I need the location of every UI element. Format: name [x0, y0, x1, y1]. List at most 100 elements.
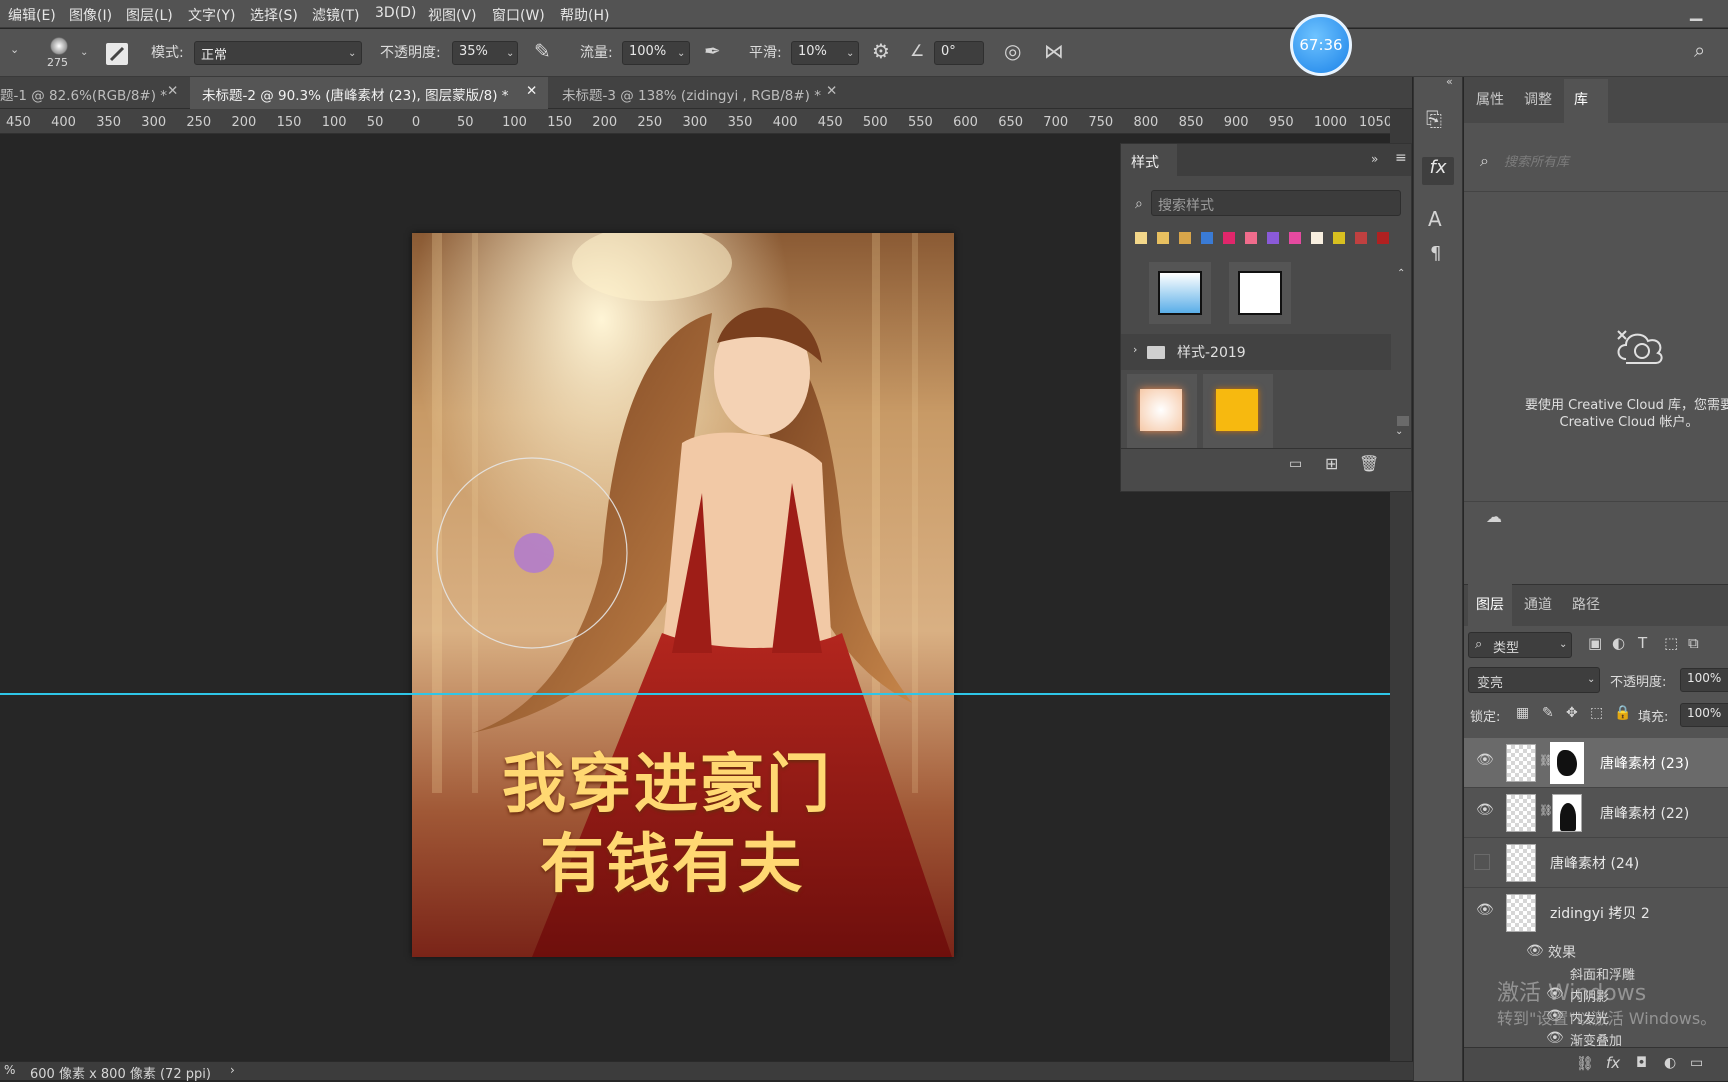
new-group-folder-icon[interactable]: ▭ [1690, 1055, 1703, 1071]
layer-mask-thumbnail[interactable] [1552, 794, 1582, 832]
eye-icon[interactable]: 👁 [1546, 1030, 1564, 1046]
style-swatch[interactable] [1377, 232, 1389, 244]
layer-row-24[interactable]: 唐峰素材 (24) [1464, 838, 1728, 888]
style-swatch[interactable] [1245, 232, 1257, 244]
brush-preview-icon[interactable] [50, 37, 68, 55]
filter-adjustment-icon[interactable]: ◐ [1612, 634, 1625, 652]
layer-filter-select[interactable]: ⌕ 类型 ⌄ [1468, 632, 1572, 658]
history-icon[interactable]: ⎘ [1426, 107, 1442, 131]
layer-row-22[interactable]: 👁 ⛓ 唐峰素材 (22) [1464, 788, 1728, 838]
fx-icon[interactable]: fx [1606, 1054, 1620, 1072]
tab-styles[interactable]: 样式 [1121, 144, 1177, 176]
filter-pixel-icon[interactable]: ▣ [1588, 634, 1602, 652]
style-thumb-gold[interactable] [1203, 374, 1273, 448]
layer-opacity-field[interactable]: 100% [1680, 668, 1728, 692]
style-swatch[interactable] [1355, 232, 1367, 244]
styles-search-input[interactable]: 搜索样式 [1151, 190, 1401, 216]
style-swatch[interactable] [1311, 232, 1323, 244]
fill-field[interactable]: 100% [1680, 703, 1728, 727]
filter-shape-icon[interactable]: ⬚ [1664, 634, 1678, 652]
gear-icon[interactable]: ⚙ [872, 39, 890, 63]
tab-adjustments[interactable]: 调整 [1524, 89, 1552, 109]
chevron-right-icon[interactable]: › [230, 1063, 235, 1077]
visibility-toggle-empty[interactable] [1474, 854, 1490, 870]
lock-image-brush-icon[interactable]: ✎ [1542, 705, 1554, 721]
menu-edit[interactable]: 编辑(E) [8, 5, 56, 25]
style-swatch[interactable] [1267, 232, 1279, 244]
menu-filter[interactable]: 滤镜(T) [312, 5, 359, 25]
lock-position-icon[interactable]: ✥ [1566, 705, 1578, 721]
layer-row-23[interactable]: 👁 ⛓ 唐峰素材 (23) [1464, 738, 1728, 788]
cloud-sync-icon[interactable]: ☁ [1486, 507, 1502, 526]
fx-styles-icon[interactable]: fx [1422, 157, 1454, 185]
collapse-dock-icon[interactable]: « [1446, 75, 1453, 88]
panel-menu-icon[interactable]: ≡ [1395, 150, 1407, 166]
style-swatch[interactable] [1157, 232, 1169, 244]
scroll-up-icon[interactable]: ⌃ [1397, 268, 1405, 279]
style-swatch[interactable] [1333, 232, 1345, 244]
angle-field[interactable]: 0° [934, 41, 984, 65]
chevron-right-icon[interactable]: › [1133, 343, 1137, 356]
tab-untitled-3[interactable]: 未标题-3 @ 138% (zidingyi , RGB/8#) * ✕ [548, 77, 848, 109]
tab-layers[interactable]: 图层 [1468, 584, 1512, 626]
eye-icon[interactable]: 👁 [1476, 752, 1494, 768]
close-icon[interactable]: ✕ [167, 83, 178, 99]
menu-select[interactable]: 选择(S) [250, 5, 298, 25]
pressure-opacity-icon[interactable]: ✎ [534, 39, 551, 63]
tab-untitled-2[interactable]: 未标题-2 @ 90.3% (唐峰素材 (23), 图层蒙版/8) * ✕ [190, 77, 548, 109]
style-swatch[interactable] [1135, 232, 1147, 244]
brush-settings-icon[interactable] [106, 43, 128, 65]
flow-chevron-icon[interactable]: ⌄ [677, 48, 685, 59]
styles-folder-row[interactable]: › 样式-2019 [1121, 334, 1391, 370]
mode-select[interactable]: 正常 [194, 41, 362, 65]
trash-icon[interactable]: 🗑 [1359, 454, 1379, 473]
tool-preset-chevron-icon[interactable]: ⌄ [10, 43, 19, 56]
link-layers-icon[interactable]: ⛓ [1576, 1056, 1594, 1072]
menu-help[interactable]: 帮助(H) [560, 5, 609, 25]
style-swatch[interactable] [1223, 232, 1235, 244]
document-artwork[interactable]: 我穿进豪门 有钱有夫 [412, 233, 954, 957]
menu-image[interactable]: 图像(I) [69, 5, 112, 25]
lock-transparency-icon[interactable]: ▦ [1516, 705, 1529, 721]
style-thumb-soft-glow[interactable] [1127, 374, 1197, 448]
eye-icon[interactable]: 👁 [1476, 902, 1494, 918]
minimize-icon[interactable]: ▁ [1690, 2, 1702, 21]
layer-mask-thumbnail[interactable] [1550, 742, 1584, 784]
eye-icon[interactable]: 👁 [1526, 943, 1544, 959]
opacity-chevron-icon[interactable]: ⌄ [506, 48, 514, 59]
brush-dropdown-chevron-icon[interactable]: ⌄ [80, 47, 88, 58]
style-thumb-blue-gradient[interactable] [1149, 262, 1211, 324]
menu-layer[interactable]: 图层(L) [126, 5, 173, 25]
filter-type-icon[interactable]: T [1638, 634, 1647, 652]
airbrush-icon[interactable]: ✒ [704, 39, 721, 63]
style-swatch[interactable] [1201, 232, 1213, 244]
scrollbar-thumb[interactable] [1397, 416, 1409, 426]
pressure-size-icon[interactable]: ◎ [1004, 39, 1021, 63]
filter-smart-object-icon[interactable]: ⧉ [1688, 634, 1699, 652]
new-group-folder-icon[interactable]: ▭ [1289, 456, 1302, 472]
adjustment-layer-icon[interactable]: ◐ [1664, 1055, 1676, 1071]
menu-view[interactable]: 视图(V) [428, 5, 477, 25]
blend-mode-select[interactable]: 变亮 ⌄ [1468, 667, 1600, 693]
tab-untitled-1[interactable]: 题-1 @ 82.6%(RGB/8#) * ✕ [0, 77, 190, 109]
layer-row-zidingyi[interactable]: 👁 zidingyi 拷贝 2 [1464, 888, 1728, 938]
collapse-panel-icon[interactable]: » [1371, 152, 1378, 166]
tab-paths[interactable]: 路径 [1572, 594, 1600, 614]
menu-window[interactable]: 窗口(W) [492, 5, 545, 25]
style-thumb-white[interactable] [1229, 262, 1291, 324]
tab-channels[interactable]: 通道 [1524, 594, 1552, 614]
close-icon[interactable]: ✕ [526, 83, 537, 99]
symmetry-butterfly-icon[interactable]: ⋈ [1044, 39, 1064, 63]
close-icon[interactable]: ✕ [826, 83, 837, 99]
scroll-down-icon[interactable]: ⌄ [1395, 426, 1403, 437]
link-icon[interactable]: ⛓ [1539, 804, 1553, 817]
paragraph-icon[interactable]: ¶ [1430, 243, 1441, 264]
search-icon[interactable]: ⌕ [1694, 38, 1705, 62]
tab-properties[interactable]: 属性 [1476, 89, 1504, 109]
menu-3d[interactable]: 3D(D) [375, 5, 416, 21]
smooth-chevron-icon[interactable]: ⌄ [846, 48, 854, 59]
lock-artboard-icon[interactable]: ⬚ [1590, 705, 1603, 721]
lock-all-icon[interactable]: 🔒 [1614, 705, 1631, 721]
library-search-input[interactable]: 搜索所有库 [1504, 151, 1569, 170]
style-swatch[interactable] [1179, 232, 1191, 244]
